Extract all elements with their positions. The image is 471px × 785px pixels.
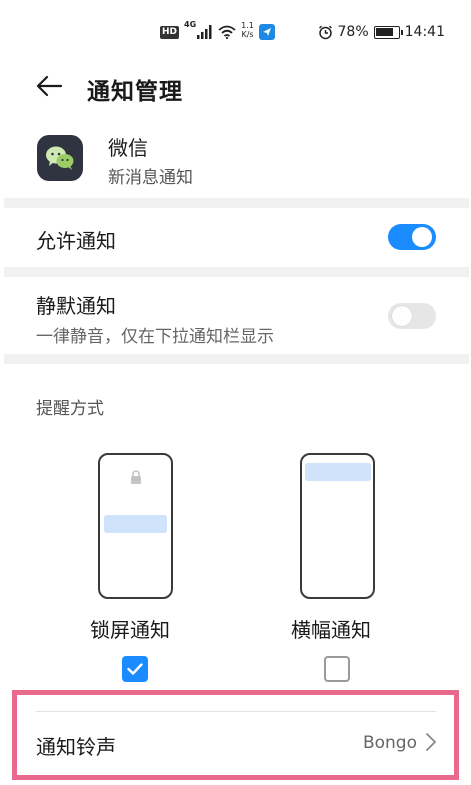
status-bar-right: 78% 14:41 [318, 22, 445, 42]
reminder-section-title: 提醒方式 [36, 399, 104, 419]
speed-value: 1.1 [241, 21, 254, 30]
battery-icon [373, 25, 403, 39]
app-info: 微信 新消息通知 [0, 125, 471, 197]
wechat-icon [37, 135, 83, 181]
hd-icon: HD [160, 25, 180, 39]
ringtone-row[interactable]: 通知铃声 Bongo [0, 712, 471, 774]
notification-settings-screen: HD 4G 1.1 K/s 78% 14:41 通知管理 微信 新消息通知 允许… [0, 0, 471, 785]
network-speed: 1.1 K/s [241, 21, 254, 39]
chevron-right-icon [426, 733, 436, 751]
lockscreen-checkbox[interactable] [122, 656, 148, 682]
status-bar-left: HD 4G 1.1 K/s [160, 20, 275, 42]
banner-preview[interactable] [300, 453, 375, 599]
battery-level [376, 28, 393, 36]
toggle-knob [392, 306, 412, 326]
option-label-banner: 横幅通知 [291, 618, 371, 642]
network-type: 4G [184, 20, 197, 29]
option-label-lockscreen: 锁屏通知 [90, 618, 170, 642]
section-divider [4, 267, 469, 277]
silent-notification-row[interactable]: 静默通知 一律静音，仅在下拉通知栏显示 [0, 277, 471, 354]
lockscreen-preview[interactable] [98, 453, 173, 599]
checkmark-icon [127, 663, 143, 675]
allow-notification-toggle[interactable] [388, 224, 436, 250]
section-divider [4, 354, 469, 364]
battery-percent: 78% [337, 24, 369, 40]
app-name: 微信 [108, 136, 148, 160]
silent-notification-label: 静默通知 [36, 294, 116, 318]
back-arrow-icon [36, 75, 63, 97]
speed-unit: K/s [241, 30, 254, 39]
allow-notification-label: 允许通知 [36, 229, 116, 253]
toggle-knob [412, 227, 432, 247]
banner-checkbox[interactable] [324, 656, 350, 682]
signal-icon [197, 25, 212, 39]
app-notification-icon [258, 24, 275, 40]
status-bar: HD 4G 1.1 K/s 78% 14:41 [0, 0, 471, 62]
silent-notification-description: 一律静音，仅在下拉通知栏显示 [36, 327, 274, 347]
app-subtitle: 新消息通知 [108, 168, 193, 188]
alarm-icon [318, 25, 332, 39]
back-button[interactable] [34, 72, 64, 100]
allow-notification-row[interactable]: 允许通知 [0, 209, 471, 267]
banner-notification-bar [305, 463, 371, 481]
lock-icon [131, 470, 141, 484]
app-bar: 通知管理 [0, 62, 471, 110]
lockscreen-notification-bar [104, 515, 167, 533]
silent-notification-toggle[interactable] [388, 303, 436, 329]
ringtone-value: Bongo [362, 733, 417, 753]
wifi-icon [218, 25, 236, 39]
page-title: 通知管理 [87, 79, 183, 105]
section-divider [4, 198, 469, 208]
clock: 14:41 [404, 24, 445, 40]
ringtone-label: 通知铃声 [36, 735, 116, 759]
